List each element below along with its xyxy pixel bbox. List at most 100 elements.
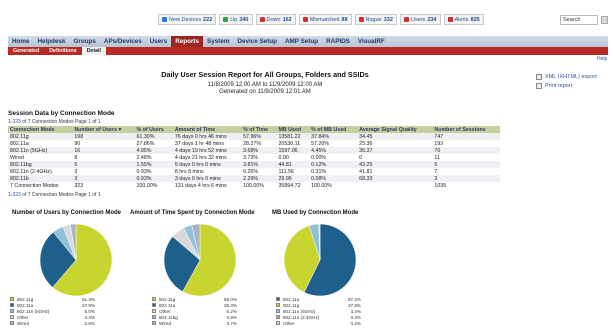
status-counter[interactable]: Rogue 332 [354,14,397,25]
sub-tab[interactable]: Generated [8,47,44,55]
table-row: 802.11n (5GHz) 16 4.95% 4 days 19 hrs 52 mi… [8,147,500,154]
legend-percent: 3.7% [226,320,237,326]
table-cell: 198 [72,133,135,140]
status-bar: New Devices 222 Up 340 Down 162 Mismatched 88 Ro… [0,14,613,26]
status-icon [259,17,265,22]
legend-item: 802.11a 57.2% [276,296,361,302]
help-link[interactable]: Help [597,56,607,62]
nav-tab[interactable]: Users [146,36,172,47]
legend-swatch [276,303,280,307]
pie-chart [283,223,357,297]
table-cell: 802.11a [8,140,73,147]
nav-tab[interactable]: System [203,36,233,47]
legend-swatch [276,321,280,325]
search-input[interactable]: Search [560,15,598,25]
search-button[interactable] [601,16,608,24]
table-cell: Wired [8,154,73,161]
sub-tab[interactable]: Definitions [44,47,81,55]
chart-title: MB Used by Connection Mode [272,210,359,216]
status-label: New Devices [169,16,202,23]
table-cell: 70 [432,147,500,154]
sub-tab[interactable]: Detail [81,47,107,55]
legend-swatch [10,321,14,325]
status-counter[interactable]: Mismatched 88 [298,14,352,25]
status-counter[interactable]: Up 340 [219,14,253,25]
legend-percent: 58.0% [223,296,237,302]
legend-swatch [276,315,280,319]
legend-percent: 61.3% [81,296,95,302]
table-cell: 0.93% [134,168,173,175]
table-cell: 68.33 [357,175,433,182]
pager-range-select[interactable]: 323 [12,119,20,125]
table-cell [357,182,433,189]
status-counter[interactable]: Users 234 [399,14,441,25]
legend-swatch [10,315,14,319]
pager-range-select[interactable]: 323 [12,192,20,198]
legend-swatch [276,297,280,301]
column-header[interactable]: Amount of Time [172,126,242,133]
table-cell: 100.00% [134,182,173,189]
nav-tab[interactable]: Helpdesk [34,36,70,47]
legend-swatch [276,309,280,313]
table-row: 802.11n (2.4GHz) 3 0.93% 8 hrs 8 mins 0.26% 1… [8,168,500,175]
table-cell: 3.68% [241,147,277,154]
column-header[interactable]: Average Signal Quality [357,126,433,133]
legend-item: 802.11n (5GHz) 4.4% [276,308,361,314]
table-cell: 5 days 0 hrs 0 mins [172,161,242,168]
legend-percent: 6.2% [226,308,237,314]
pie-chart [163,223,237,297]
nav-tab[interactable]: AMP Setup [281,36,322,47]
print-report-label: Print report [545,83,573,89]
status-label: Up [230,16,238,23]
nav-tab[interactable]: Reports [171,36,204,47]
table-cell: 11 [432,154,500,161]
table-cell: 0.93% [134,175,173,182]
chart-title: Amount of Time Spent by Connection Mode [130,210,255,216]
column-header[interactable]: Connection Mode [8,126,73,133]
table-cell: 8 hrs 8 mins [172,168,242,175]
pager-top: 1-323 of 7 Connection Modes Page 1 of 1 [8,119,101,125]
column-header[interactable]: % of Users [134,126,173,133]
status-counter[interactable]: Alerts 825 [443,14,484,25]
nav-tab[interactable]: VisualRF [354,36,389,47]
status-count: 88 [341,16,348,23]
status-count: 222 [203,16,213,23]
nav-tab[interactable]: APs/Devices [100,36,146,47]
main-navigation: Home Helpdesk Groups APs/Devices Users Report… [8,36,608,47]
column-header[interactable]: Number of Sessions [432,126,500,133]
legend-swatch [152,309,156,313]
legend-label: 802.11n (5GHz) [17,308,50,314]
xml-export-icon [536,74,542,80]
status-label: Mismatched [309,16,340,23]
pie-chart [39,223,113,297]
nav-tab[interactable]: Groups [70,36,100,47]
nav-tab[interactable]: Home [8,36,34,47]
table-cell: 1035 [432,182,500,189]
legend-item: Wired 2.5% [10,320,95,326]
printer-icon [536,83,542,89]
column-header[interactable]: Number of Users ▾ [72,126,135,133]
legend-item: 802.11n (5GHz) 5.0% [10,308,95,314]
legend-swatch [152,303,156,307]
nav-tab[interactable]: Device Setup [233,36,281,47]
status-counter[interactable]: Down 162 [255,14,296,25]
status-counter[interactable]: New Devices 222 [158,14,217,25]
status-count: 825 [470,16,480,23]
print-report-link[interactable]: Print report [536,83,572,89]
table-cell: 61.30% [134,133,173,140]
column-header[interactable]: % of Time [241,126,277,133]
xml-export-link[interactable]: XML (XHTML) export [536,74,597,80]
legend-label: 802.11g [283,302,300,308]
table-cell: 5 [72,161,135,168]
legend-percent: 27.9% [81,302,95,308]
column-header[interactable]: MB Used [276,126,310,133]
table-cell: 7 [432,168,500,175]
status-icon [302,17,308,22]
status-icon [403,17,409,22]
column-header[interactable]: % of MB Used [309,126,358,133]
table-cell: 4 days 19 hrs 52 mins [172,147,242,154]
table-cell: 0 [357,154,433,161]
section-title: Session Data by Connection Mode [8,110,115,117]
nav-tab[interactable]: RAPIDS [322,36,354,47]
legend-swatch [152,315,156,319]
